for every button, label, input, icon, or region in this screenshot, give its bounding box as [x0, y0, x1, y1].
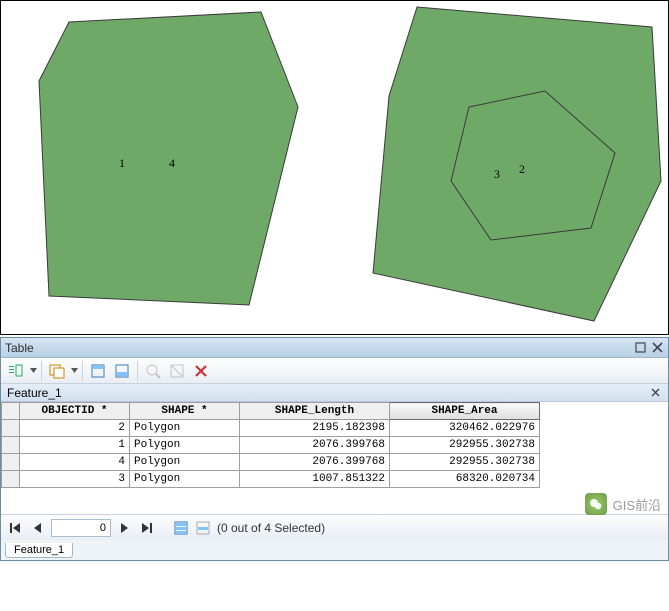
table-row[interactable]: 4Polygon2076.399768292955.302738 — [2, 454, 540, 471]
attribute-table-panel: Table Feature_1 OBJECTID * SHAPE * — [0, 337, 669, 561]
table-row[interactable]: 3Polygon1007.85132268320.020734 — [2, 471, 540, 488]
feature-label-2: 2 — [519, 162, 525, 176]
table-options-button[interactable] — [5, 360, 27, 382]
column-header[interactable]: SHAPE_Area — [390, 403, 540, 420]
zoom-selected-button[interactable] — [142, 360, 164, 382]
chevron-down-icon[interactable] — [29, 368, 37, 373]
feature-label-4: 4 — [169, 156, 175, 170]
prev-record-button[interactable] — [29, 519, 45, 537]
watermark-text: GIS前沿 — [613, 495, 661, 514]
table-tab[interactable]: Feature_1 — [5, 543, 73, 558]
wechat-icon — [585, 493, 607, 515]
map-canvas[interactable]: 1 4 3 2 — [0, 0, 669, 335]
polygon-right[interactable]: 3 2 — [369, 3, 664, 333]
attribute-grid[interactable]: OBJECTID * SHAPE * SHAPE_Length SHAPE_Ar… — [1, 402, 668, 514]
first-record-button[interactable] — [7, 519, 23, 537]
show-all-records-button[interactable] — [173, 520, 189, 536]
table-tabstrip: Feature_1 — [1, 540, 668, 560]
table-titlebar: Table — [1, 338, 668, 358]
window-restore-icon[interactable] — [634, 341, 647, 354]
close-icon[interactable] — [649, 386, 662, 399]
show-selected-records-button[interactable] — [195, 520, 211, 536]
record-navigator: (0 out of 4 Selected) — [1, 514, 668, 540]
table-row[interactable]: 1Polygon2076.399768292955.302738 — [2, 437, 540, 454]
last-record-button[interactable] — [139, 519, 155, 537]
separator — [137, 361, 138, 381]
close-icon[interactable] — [651, 341, 664, 354]
table-title: Table — [5, 341, 34, 355]
separator — [82, 361, 83, 381]
record-position-input[interactable] — [51, 519, 111, 537]
switch-selection-button[interactable] — [111, 360, 133, 382]
feature-label-3: 3 — [494, 167, 500, 181]
column-header-row: OBJECTID * SHAPE * SHAPE_Length SHAPE_Ar… — [2, 403, 540, 420]
watermark: GIS前沿 — [585, 493, 661, 515]
select-by-attributes-button[interactable] — [87, 360, 109, 382]
next-record-button[interactable] — [117, 519, 133, 537]
clear-selection-button[interactable] — [166, 360, 188, 382]
feature-label-1: 1 — [119, 156, 125, 170]
table-toolbar — [1, 358, 668, 384]
polygon-left[interactable]: 1 4 — [31, 9, 306, 317]
separator — [41, 361, 42, 381]
chevron-down-icon[interactable] — [70, 368, 78, 373]
selection-status: (0 out of 4 Selected) — [217, 521, 325, 535]
layer-name: Feature_1 — [7, 386, 62, 400]
column-header[interactable]: SHAPE * — [130, 403, 240, 420]
table-row[interactable]: 2Polygon2195.182398320462.022976 — [2, 420, 540, 437]
related-tables-button[interactable] — [46, 360, 68, 382]
delete-selected-button[interactable] — [190, 360, 212, 382]
column-header[interactable]: OBJECTID * — [20, 403, 130, 420]
column-header[interactable]: SHAPE_Length — [240, 403, 390, 420]
layer-subtitle-bar: Feature_1 — [1, 384, 668, 402]
